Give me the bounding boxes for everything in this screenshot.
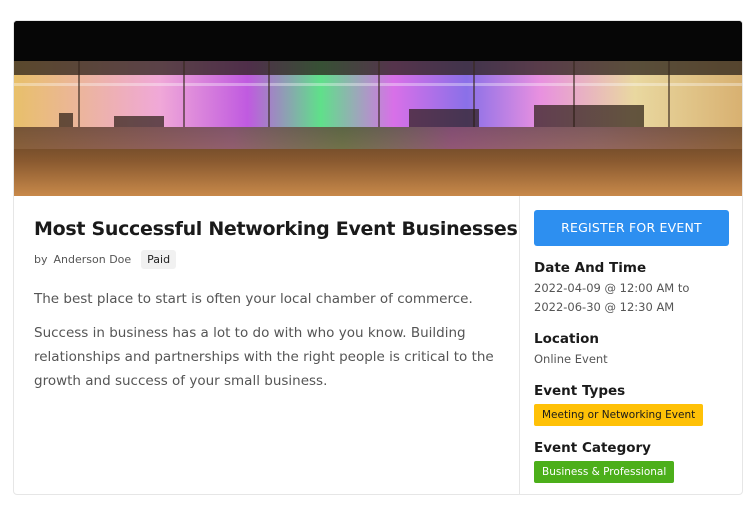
- price-badge: Paid: [141, 250, 177, 269]
- event-card: Most Successful Networking Event Busines…: [13, 20, 743, 495]
- event-title: Most Successful Networking Event Busines…: [34, 218, 518, 240]
- location-value: Online Event: [534, 352, 608, 366]
- date-time-label: Date And Time: [534, 260, 647, 276]
- author-link[interactable]: Anderson Doe: [54, 253, 132, 266]
- date-end: 2022-06-30 @ 12:30 AM: [534, 300, 675, 314]
- event-hero-image: [14, 21, 742, 196]
- event-description: The best place to start is often your lo…: [34, 287, 499, 393]
- event-sidebar: REGISTER FOR EVENT Date And Time 2022-04…: [520, 196, 742, 494]
- event-main-content: Most Successful Networking Event Busines…: [14, 196, 519, 494]
- register-button[interactable]: REGISTER FOR EVENT: [534, 210, 729, 246]
- description-paragraph: The best place to start is often your lo…: [34, 291, 473, 307]
- date-start: 2022-04-09 @ 12:00 AM to: [534, 281, 690, 295]
- date-time-value: 2022-04-09 @ 12:00 AM to 2022-06-30 @ 12…: [534, 279, 730, 317]
- location-label: Location: [534, 331, 599, 347]
- description-paragraph: Success in business has a lot to do with…: [34, 325, 494, 389]
- by-label: by: [34, 253, 48, 266]
- event-type-tag[interactable]: Meeting or Networking Event: [534, 404, 704, 426]
- event-types-label: Event Types: [534, 383, 626, 399]
- event-category-label: Event Category: [534, 440, 651, 456]
- event-meta: by Anderson Doe Paid: [34, 250, 499, 269]
- event-category-tag[interactable]: Business & Professional: [534, 461, 675, 483]
